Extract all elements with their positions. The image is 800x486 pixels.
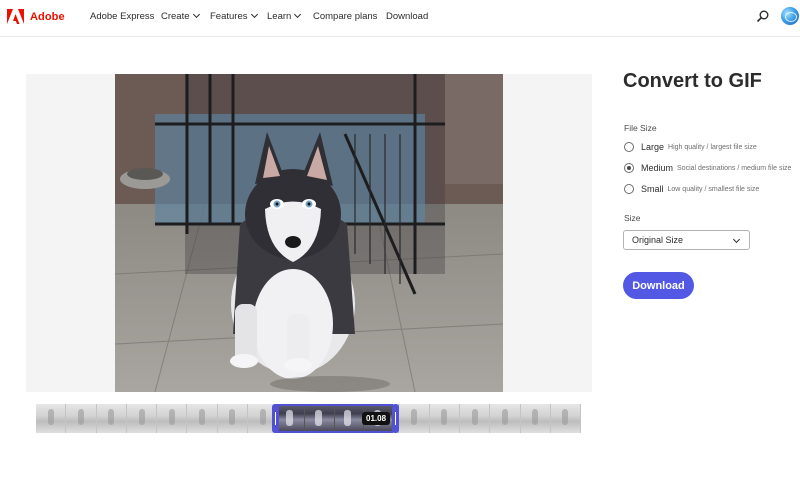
chevron-down-icon xyxy=(294,10,302,19)
nav-features-label: Features xyxy=(210,11,248,22)
filmstrip-frame xyxy=(36,404,67,433)
file-size-option-large[interactable]: Large High quality / largest file size xyxy=(624,142,757,152)
size-dropdown-value: Original Size xyxy=(632,235,684,245)
file-size-option-small[interactable]: Small Low quality / smallest file size xyxy=(624,184,759,194)
nav-download[interactable]: Download xyxy=(386,11,428,22)
option-description: Low quality / smallest file size xyxy=(667,185,760,193)
trim-end-handle[interactable] xyxy=(392,404,399,433)
nav-learn[interactable]: Learn xyxy=(267,10,302,22)
trim-start-handle[interactable] xyxy=(272,404,279,433)
selected-frame xyxy=(334,406,364,431)
download-button[interactable]: Download xyxy=(623,272,694,299)
chevron-down-icon xyxy=(192,10,200,19)
chevron-down-icon xyxy=(732,235,741,244)
option-description: High quality / largest file size xyxy=(668,143,757,151)
size-dropdown[interactable]: Original Size xyxy=(623,230,750,250)
adobe-logo-icon xyxy=(7,9,24,24)
filmstrip-frame xyxy=(490,404,521,433)
option-name: Medium xyxy=(641,163,674,173)
chevron-down-icon xyxy=(250,10,258,19)
nav-create[interactable]: Create xyxy=(161,10,200,22)
filmstrip-frame xyxy=(399,404,430,433)
option-name: Large xyxy=(641,142,665,152)
filmstrip-frame xyxy=(520,404,551,433)
filmstrip-frame xyxy=(66,404,97,433)
filmstrip-frame xyxy=(459,404,491,433)
filmstrip-frame xyxy=(96,404,127,433)
top-nav: Adobe Adobe Express Create Features Lear… xyxy=(0,0,800,37)
filmstrip-frame xyxy=(126,404,158,433)
filmstrip-frame xyxy=(157,404,188,433)
adobe-logo[interactable]: Adobe xyxy=(7,9,65,24)
option-description: Social destinations / medium file size xyxy=(677,164,792,172)
video-preview[interactable] xyxy=(115,74,503,392)
radio-button[interactable] xyxy=(624,184,634,194)
filmstrip-frame xyxy=(217,404,248,433)
file-size-label: File Size xyxy=(624,123,657,133)
file-size-option-medium[interactable]: Medium Social destinations / medium file… xyxy=(624,163,791,173)
nav-features[interactable]: Features xyxy=(210,10,258,22)
filmstrip-frame xyxy=(429,404,460,433)
nav-adobe-express[interactable]: Adobe Express xyxy=(90,11,154,22)
selected-frame xyxy=(276,406,306,431)
filmstrip-frame xyxy=(187,404,218,433)
nav-learn-label: Learn xyxy=(267,11,292,22)
avatar[interactable] xyxy=(781,7,799,25)
brand-name: Adobe xyxy=(30,10,65,23)
current-time-badge: 01.08 xyxy=(362,412,391,425)
filmstrip-frame xyxy=(550,404,582,433)
option-name: Small xyxy=(641,184,664,194)
radio-button[interactable] xyxy=(624,142,634,152)
search-icon[interactable] xyxy=(757,10,769,22)
nav-compare-plans[interactable]: Compare plans xyxy=(313,11,377,22)
page-title: Convert to GIF xyxy=(623,70,762,92)
selected-frame xyxy=(305,406,335,431)
nav-create-label: Create xyxy=(161,11,190,22)
size-label: Size xyxy=(624,213,641,223)
video-frame-image xyxy=(115,74,503,392)
radio-button-selected[interactable] xyxy=(624,163,634,173)
